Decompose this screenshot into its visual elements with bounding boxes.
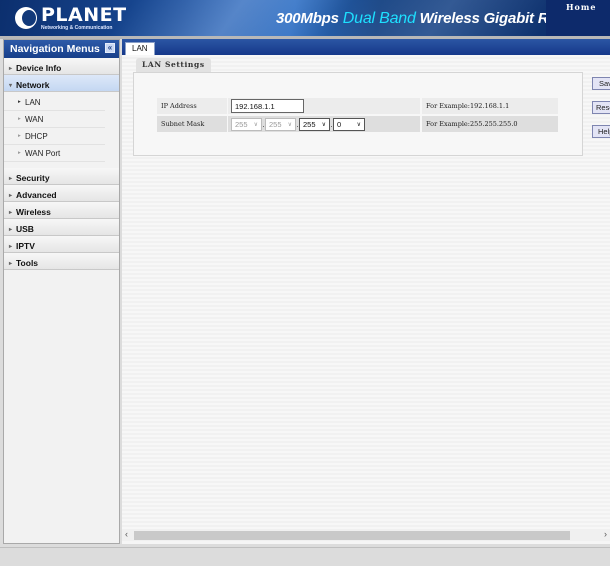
nav-item-label: Wireless <box>16 207 51 217</box>
nav-header: Navigation Menus « <box>4 40 119 58</box>
planet-logo: PLANET Networking & Communication <box>15 4 127 32</box>
arrow-right-icon: ▸ <box>18 150 21 156</box>
header-banner: PLANET Networking & Communication 300Mbp… <box>0 0 610 36</box>
brand-tagline: Networking & Communication <box>41 24 113 31</box>
subnet-mask-help: For Example:255.255.255.0 <box>422 116 558 132</box>
nav-subitem-label: DHCP <box>25 131 48 141</box>
chevron-down-icon: ∨ <box>253 121 258 128</box>
nav-subitem-label: WAN Port <box>25 148 61 158</box>
chevron-down-icon: ∨ <box>321 121 326 128</box>
select-value: 255 <box>269 119 282 129</box>
chevron-down-icon: ∨ <box>287 121 292 128</box>
arrow-right-icon: ▸ <box>9 226 13 233</box>
subnet-octet-2-select[interactable]: 255 ∨ <box>265 117 296 131</box>
arrow-right-icon: ▸ <box>9 209 13 216</box>
main-panel: LAN LAN Settings IP Address For Example:… <box>122 39 610 544</box>
arrow-right-icon: ▸ <box>18 133 21 139</box>
arrow-right-icon: ▸ <box>9 243 13 250</box>
nav-subitem-wan[interactable]: ▸ WAN <box>4 111 105 128</box>
ip-address-label: IP Address <box>157 98 227 114</box>
tab-lan[interactable]: LAN <box>125 42 155 55</box>
nav-subitem-wan-port[interactable]: ▸ WAN Port <box>4 145 105 162</box>
nav-item-network[interactable]: ▾ Network <box>4 75 119 92</box>
arrow-right-icon: ▸ <box>9 65 13 72</box>
ip-address-row: IP Address For Example:192.168.1.1 <box>157 98 560 114</box>
collapse-nav-icon[interactable]: « <box>105 43 115 53</box>
nav-subitem-dhcp[interactable]: ▸ DHCP <box>4 128 105 145</box>
horizontal-scrollbar[interactable]: ‹ › <box>122 529 610 541</box>
scrollbar-thumb[interactable] <box>134 531 570 540</box>
nav-item-iptv[interactable]: ▸ IPTV <box>4 236 119 253</box>
tab-bar: LAN <box>122 39 610 55</box>
arrow-right-icon: ▸ <box>9 175 13 182</box>
select-value: 0 <box>337 119 342 129</box>
router-admin-page: PLANET Networking & Communication 300Mbp… <box>0 0 610 566</box>
arrow-right-icon: ▸ <box>9 192 13 199</box>
save-button[interactable]: Save <box>592 77 610 90</box>
product-title-prefix: 300Mbps <box>276 10 343 27</box>
product-title-highlight: Dual Band <box>342 10 416 27</box>
subnet-mask-label: Subnet Mask <box>157 116 227 132</box>
nav-item-label: USB <box>16 224 34 234</box>
nav-item-usb[interactable]: ▸ USB <box>4 219 119 236</box>
help-button[interactable]: Help <box>592 125 610 138</box>
arrow-down-icon: ▾ <box>9 82 13 89</box>
nav-item-advanced[interactable]: ▸ Advanced <box>4 185 119 202</box>
subnet-octet-3-select[interactable]: 255 ∨ <box>299 117 330 131</box>
scroll-left-icon[interactable]: ‹ <box>125 529 128 539</box>
nav-item-label: Tools <box>16 258 39 268</box>
nav-subitem-lan[interactable]: ▸ LAN <box>4 94 105 111</box>
reset-button[interactable]: Reset <box>592 101 610 114</box>
nav-item-label: Security <box>16 173 50 183</box>
nav-subitem-label: WAN <box>25 114 44 124</box>
brand-name: PLANET <box>41 3 127 26</box>
arrow-right-icon: ▸ <box>18 116 21 122</box>
nav-item-label: IPTV <box>16 241 35 251</box>
home-area: Home <box>546 0 610 36</box>
nav-item-tools[interactable]: ▸ Tools <box>4 253 119 270</box>
arrow-right-icon: ▸ <box>18 99 21 105</box>
home-link[interactable]: Home <box>566 2 596 12</box>
select-value: 255 <box>303 119 316 129</box>
lan-settings-panel: IP Address For Example:192.168.1.1 Subne… <box>133 72 583 156</box>
subnet-octet-4-select[interactable]: 0 ∨ <box>333 117 365 131</box>
nav-item-label: Advanced <box>16 190 57 200</box>
section-title: LAN Settings <box>136 58 211 72</box>
content-area: LAN Settings IP Address For Example:192.… <box>122 55 610 529</box>
nav-item-label: Device Info <box>16 63 62 73</box>
ip-address-help: For Example:192.168.1.1 <box>422 98 558 114</box>
nav-item-wireless[interactable]: ▸ Wireless <box>4 202 119 219</box>
nav-item-device-info[interactable]: ▸ Device Info <box>4 58 119 75</box>
select-value: 255 <box>235 119 248 129</box>
bottom-bar <box>0 547 610 566</box>
scroll-right-icon[interactable]: › <box>604 529 607 539</box>
subnet-octet-1-select[interactable]: 255 ∨ <box>231 117 262 131</box>
planet-logo-icon <box>15 7 37 29</box>
nav-item-label: Network <box>16 80 50 90</box>
arrow-right-icon: ▸ <box>9 260 13 267</box>
chevron-down-icon: ∨ <box>356 121 361 128</box>
network-submenu: ▸ LAN ▸ WAN ▸ DHCP ▸ WAN Port <box>4 92 119 168</box>
nav-title: Navigation Menus <box>10 43 100 55</box>
ip-address-input[interactable] <box>231 99 304 113</box>
navigation-sidebar: Navigation Menus « ▸ Device Info ▾ Network… <box>3 39 120 544</box>
nav-item-security[interactable]: ▸ Security <box>4 168 119 185</box>
product-title: 300Mbps Dual Band Wireless Gigabit Route <box>276 10 580 28</box>
subnet-mask-row: Subnet Mask 255 ∨ . 255 ∨ . 255 ∨ . 0 ∨ For … <box>157 116 560 132</box>
nav-subitem-label: LAN <box>25 97 41 107</box>
